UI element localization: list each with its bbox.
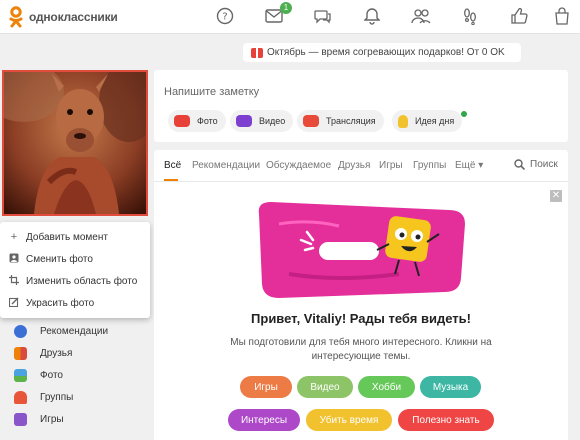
feed-search-button[interactable]: Поиск xyxy=(514,159,558,170)
profile-avatar[interactable] xyxy=(2,70,148,216)
notifications-bell-icon[interactable] xyxy=(360,5,384,27)
games-icon xyxy=(14,412,27,426)
menu-item-label: Сменить фото xyxy=(26,253,93,265)
tab-games[interactable]: Игры xyxy=(379,160,403,171)
greeting-subtitle-line2: интересующие темы. xyxy=(311,351,411,362)
topic-music-button[interactable]: Музыка xyxy=(420,376,481,398)
photo-icon xyxy=(8,253,20,266)
add-moment-menu-item[interactable]: + Добавить момент xyxy=(0,226,150,248)
guests-footprints-icon[interactable] xyxy=(458,5,482,27)
ok-logo[interactable]: одноклассники xyxy=(8,6,118,28)
svg-text:?: ? xyxy=(222,12,227,23)
sidebar-item-label: Игры xyxy=(40,413,64,425)
sidebar-item-recommendations[interactable]: Рекомендации xyxy=(0,320,150,342)
topic-kill-time-button[interactable]: Убить время xyxy=(306,409,392,431)
tab-all[interactable]: Всё xyxy=(164,160,181,171)
messages-badge: 1 xyxy=(280,2,292,14)
bulb-icon xyxy=(398,114,408,128)
broadcast-icon xyxy=(303,115,319,127)
change-photo-menu-item[interactable]: Сменить фото xyxy=(0,248,150,270)
sidebar-item-label: Группы xyxy=(40,391,74,403)
edit-icon xyxy=(8,297,20,310)
left-sidebar: Рекомендации Друзья Фото Группы Игры xyxy=(0,320,150,430)
video-icon xyxy=(236,115,252,127)
chip-label: Фото xyxy=(197,116,218,126)
note-composer: Напишите заметку Фото Видео Трансляция И… xyxy=(154,70,568,142)
menu-item-label: Изменить область фото xyxy=(26,275,138,287)
help-icon[interactable]: ? xyxy=(213,5,237,27)
menu-item-label: Добавить момент xyxy=(26,231,108,243)
messages-icon[interactable]: 1 xyxy=(262,2,292,27)
logo-text: одноклассники xyxy=(29,10,118,24)
topic-useful-button[interactable]: Полезно знать xyxy=(398,409,494,431)
active-tab-underline xyxy=(164,179,178,181)
sidebar-item-friends[interactable]: Друзья xyxy=(0,342,150,364)
likes-thumb-icon[interactable] xyxy=(507,5,531,27)
gift-icon xyxy=(251,47,263,58)
note-input[interactable]: Напишите заметку xyxy=(164,86,259,98)
ok-logo-icon xyxy=(9,6,23,28)
feed-panel: Всё Рекомендации Обсуждаемое Друзья Игры… xyxy=(154,150,568,440)
greeting-subtitle-line1: Мы подготовили для тебя много интересног… xyxy=(230,337,492,348)
tab-groups[interactable]: Группы xyxy=(413,160,446,171)
broadcast-chip-button[interactable]: Трансляция xyxy=(297,110,384,132)
greeting-subtitle: Мы подготовили для тебя много интересног… xyxy=(214,336,508,364)
greeting-title: Привет, Vitaliy! Рады тебя видеть! xyxy=(251,311,471,326)
topic-interests-button[interactable]: Интересы xyxy=(228,409,300,431)
topic-games-button[interactable]: Игры xyxy=(240,376,292,398)
online-status-dot xyxy=(461,111,467,117)
menu-item-label: Украсить фото xyxy=(26,297,95,309)
tab-more[interactable]: Ещё ▾ xyxy=(455,160,483,171)
groups-icon xyxy=(14,390,27,404)
topic-hobby-button[interactable]: Хобби xyxy=(358,376,415,398)
welcome-illustration xyxy=(258,202,465,298)
video-chip-button[interactable]: Видео xyxy=(230,110,294,132)
crop-photo-menu-item[interactable]: Изменить область фото xyxy=(0,270,150,292)
compass-icon xyxy=(14,324,27,338)
close-icon[interactable]: ✕ xyxy=(550,190,562,202)
search-icon xyxy=(514,159,525,170)
crop-icon xyxy=(8,274,20,288)
search-label: Поиск xyxy=(530,159,558,170)
promo-banner[interactable]: Октябрь — время согревающих подарков! От… xyxy=(243,43,521,62)
tab-recommendations[interactable]: Рекомендации xyxy=(192,160,260,171)
photo-icon xyxy=(14,368,27,382)
camera-icon xyxy=(174,115,190,127)
chip-label: Видео xyxy=(259,116,286,126)
friends-icon[interactable] xyxy=(409,5,433,27)
tab-discussed[interactable]: Обсуждаемое xyxy=(266,160,331,171)
promo-text: Октябрь — время согревающих подарков! От… xyxy=(267,47,505,58)
sidebar-item-label: Рекомендации xyxy=(40,325,109,337)
avatar-menu: + Добавить момент Сменить фото Изменить … xyxy=(0,222,150,318)
sidebar-item-label: Фото xyxy=(40,369,63,381)
idea-chip-button[interactable]: Идея дня xyxy=(392,110,463,132)
tab-friends[interactable]: Друзья xyxy=(338,160,370,171)
plus-icon: + xyxy=(10,231,18,243)
decorate-photo-menu-item[interactable]: Украсить фото xyxy=(0,292,150,314)
topic-video-button[interactable]: Видео xyxy=(297,376,353,398)
friends-icon xyxy=(14,346,27,360)
discussions-icon[interactable] xyxy=(311,5,335,27)
avatar-photo xyxy=(4,72,146,214)
feed-tabs: Всё Рекомендации Обсуждаемое Друзья Игры… xyxy=(154,150,568,182)
top-navigation-bar: одноклассники ? 1 xyxy=(0,0,580,34)
sidebar-item-label: Друзья xyxy=(40,347,73,359)
sidebar-item-photos[interactable]: Фото xyxy=(0,364,150,386)
sidebar-item-groups[interactable]: Группы xyxy=(0,386,150,408)
sidebar-item-games[interactable]: Игры xyxy=(0,408,150,430)
chip-label: Идея дня xyxy=(415,116,455,126)
chip-label: Трансляция xyxy=(326,116,376,126)
photo-chip-button[interactable]: Фото xyxy=(168,110,226,132)
shop-bag-icon[interactable] xyxy=(550,5,574,27)
